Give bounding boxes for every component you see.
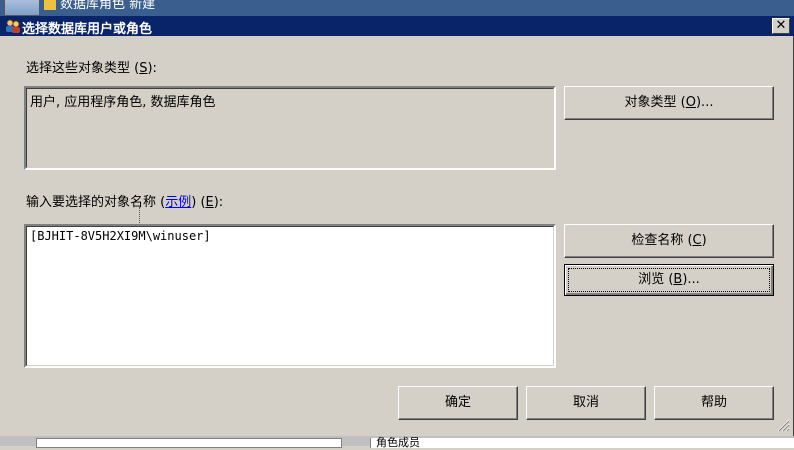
object-types-value: 用户, 应用程序角色, 数据库角色	[26, 88, 554, 168]
object-names-value: [BJHIT-8V5H2XI9M\winuser]	[26, 226, 554, 366]
background-right-pane	[370, 438, 794, 448]
ok-button[interactable]: 确定	[398, 386, 518, 420]
background-pane-text: 角色成员	[376, 436, 420, 449]
check-names-button[interactable]: 检查名称 (C)	[564, 224, 774, 258]
close-button[interactable]: ✕	[772, 18, 790, 34]
focus-rectangle	[568, 268, 770, 292]
resize-grip-icon[interactable]	[776, 418, 790, 432]
folder-icon	[44, 0, 56, 10]
background-window-text: 数据库角色 新建	[60, 0, 156, 12]
dialog-title: 选择数据库用户或角色	[22, 22, 153, 37]
examples-link[interactable]: 示例	[165, 195, 191, 210]
object-types-label: 选择这些对象类型 (S):	[26, 61, 157, 76]
dialog-titlebar[interactable]: 选择数据库用户或角色 ✕	[0, 16, 794, 37]
background-window-strip: 数据库角色 新建	[0, 0, 794, 16]
browse-button[interactable]: 浏览 (B)...	[564, 264, 774, 296]
object-types-field: 用户, 应用程序角色, 数据库角色	[24, 86, 556, 170]
background-bottom-strip: 角色成员	[0, 436, 794, 449]
object-names-label: 输入要选择的对象名称 (示例) (E):	[26, 195, 224, 210]
background-left-pane	[36, 438, 342, 448]
users-icon	[6, 19, 20, 33]
mouse-cursor	[139, 207, 148, 225]
object-names-input[interactable]: [BJHIT-8V5H2XI9M\winuser]	[24, 224, 556, 368]
cancel-button[interactable]: 取消	[526, 386, 646, 420]
select-users-roles-dialog: 选择数据库用户或角色 ✕ 选择这些对象类型 (S): 用户, 应用程序角色, 数…	[0, 16, 794, 436]
close-icon: ✕	[775, 18, 787, 33]
help-button[interactable]: 帮助	[654, 386, 774, 420]
object-types-button[interactable]: 对象类型 (O)...	[564, 86, 774, 120]
background-app-icon	[4, 0, 40, 16]
